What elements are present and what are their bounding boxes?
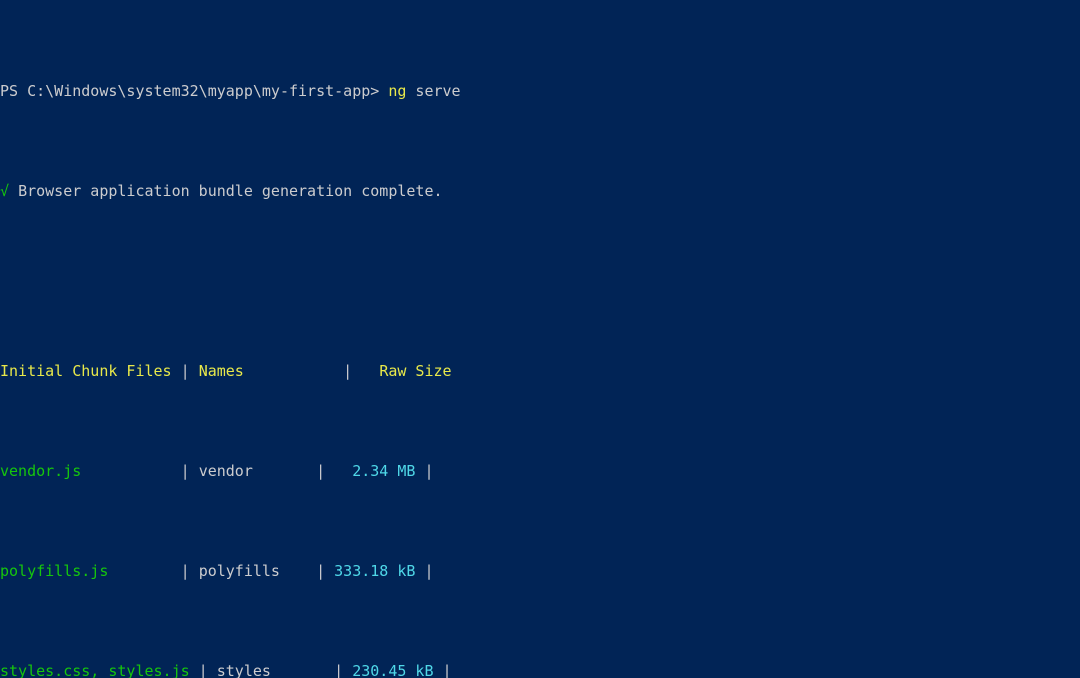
powershell-console[interactable]: PS C:\Windows\system32\myapp\my-first-ap…	[0, 0, 1080, 678]
prompt-ps-label: PS	[0, 82, 19, 100]
chunk-file-name: vendor.js	[0, 462, 82, 480]
chunk-file-name: styles.css, styles.js	[0, 662, 190, 678]
prompt-line: PS C:\Windows\system32\myapp\my-first-ap…	[0, 81, 1080, 101]
table-row: polyfills.js | polyfills | 333.18 kB |	[0, 562, 434, 580]
table-header-files: Initial Chunk Files	[0, 362, 172, 380]
table-row: vendor.js | vendor | 2.34 MB |	[0, 462, 434, 480]
check-icon: √	[0, 182, 10, 200]
chunk-name: styles	[216, 662, 271, 678]
command-args: serve	[415, 82, 461, 100]
table-header-names: Names	[198, 362, 244, 380]
table-header-size: Raw Size	[379, 362, 452, 380]
chunk-name: vendor	[198, 462, 253, 480]
chunk-size: 333.18 kB	[334, 562, 416, 580]
chunk-name: polyfills	[198, 562, 280, 580]
chunk-size: 2.34 MB	[352, 462, 416, 480]
bundle-complete-text: Browser application bundle generation co…	[18, 182, 443, 200]
table-row: styles.css, styles.js | styles | 230.45 …	[0, 662, 452, 678]
chunk-size: 230.45 kB	[352, 662, 434, 678]
prompt-path: C:\Windows\system32\myapp\my-first-app>	[27, 82, 380, 100]
table-header-row: Initial Chunk Files | Names | Raw Size	[0, 362, 452, 380]
bundle-complete-line-1: √ Browser application bundle generation …	[0, 181, 1080, 201]
chunk-file-name: polyfills.js	[0, 562, 109, 580]
command-name: ng	[388, 82, 407, 100]
